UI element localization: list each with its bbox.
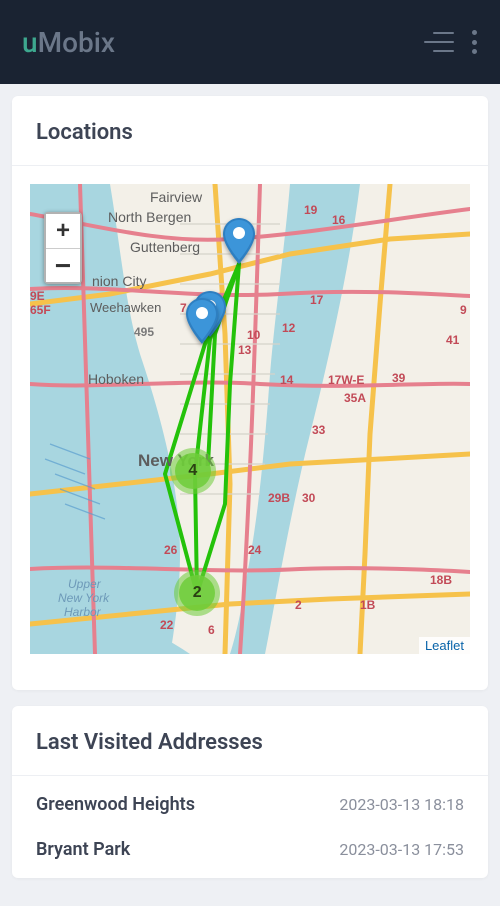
logo-letter-u: u	[22, 26, 38, 59]
address-row[interactable]: Bryant Park 2023-03-13 17:53	[12, 825, 488, 870]
svg-text:13: 13	[238, 343, 252, 357]
svg-text:35A: 35A	[344, 391, 366, 405]
svg-text:Guttenberg: Guttenberg	[130, 239, 200, 255]
zoom-control: + −	[44, 212, 82, 284]
address-time: 2023-03-13 17:53	[339, 840, 464, 859]
svg-text:6: 6	[208, 623, 215, 637]
svg-text:495: 495	[134, 325, 154, 339]
map-cluster[interactable]: 2	[174, 570, 220, 616]
svg-text:12: 12	[282, 321, 296, 335]
app-logo: uMobix	[22, 26, 115, 59]
zoom-out-button[interactable]: −	[46, 248, 80, 282]
address-name: Greenwood Heights	[36, 794, 195, 815]
address-name: Bryant Park	[36, 839, 130, 860]
cluster-count: 2	[193, 584, 202, 602]
svg-text:17W-E: 17W-E	[328, 373, 364, 387]
address-row[interactable]: Greenwood Heights 2023-03-13 18:18	[12, 776, 488, 825]
svg-text:9E: 9E	[30, 289, 45, 303]
svg-text:33: 33	[312, 423, 326, 437]
addresses-title: Last Visited Addresses	[12, 706, 488, 776]
svg-text:14: 14	[280, 373, 294, 387]
svg-text:1B: 1B	[360, 598, 376, 612]
map-container: Fairview North Bergen Guttenberg nion Ci…	[12, 166, 488, 672]
svg-text:Weehawken: Weehawken	[90, 300, 161, 315]
locations-title: Locations	[12, 96, 488, 166]
map-pin[interactable]	[185, 298, 219, 344]
svg-text:18B: 18B	[430, 573, 452, 587]
address-time: 2023-03-13 18:18	[339, 795, 464, 814]
logo-letter-m: M	[38, 26, 63, 59]
page-body: Locations	[0, 84, 500, 906]
svg-text:17: 17	[310, 293, 324, 307]
svg-text:30: 30	[302, 491, 316, 505]
svg-text:26: 26	[164, 543, 178, 557]
svg-text:65F: 65F	[30, 303, 51, 317]
svg-text:29B: 29B	[268, 491, 290, 505]
svg-text:Fairview: Fairview	[150, 189, 203, 205]
svg-text:Hoboken: Hoboken	[88, 371, 144, 387]
svg-text:24: 24	[248, 543, 262, 557]
svg-text:North Bergen: North Bergen	[108, 209, 191, 225]
svg-text:nion City: nion City	[92, 273, 146, 289]
svg-text:New York: New York	[58, 591, 110, 605]
more-options-icon[interactable]	[472, 30, 478, 54]
locations-card: Locations	[12, 96, 488, 690]
header-actions	[424, 30, 478, 54]
map-attribution[interactable]: Leaflet	[419, 637, 470, 654]
addresses-list: Greenwood Heights 2023-03-13 18:18 Bryan…	[12, 776, 488, 870]
svg-text:Harbor: Harbor	[64, 605, 102, 619]
app-header: uMobix	[0, 0, 500, 84]
map-pin[interactable]	[222, 218, 256, 264]
svg-text:41: 41	[446, 333, 460, 347]
svg-text:9: 9	[460, 303, 467, 317]
map[interactable]: Fairview North Bergen Guttenberg nion Ci…	[30, 184, 470, 654]
menu-icon[interactable]	[424, 32, 454, 52]
map-cluster[interactable]: 4	[170, 448, 216, 494]
svg-text:16: 16	[332, 213, 346, 227]
zoom-in-button[interactable]: +	[46, 214, 80, 248]
addresses-card: Last Visited Addresses Greenwood Heights…	[12, 706, 488, 878]
svg-text:10: 10	[247, 328, 261, 342]
svg-text:22: 22	[160, 618, 174, 632]
svg-text:39: 39	[392, 371, 406, 385]
svg-text:2: 2	[295, 598, 302, 612]
svg-text:19: 19	[304, 203, 318, 217]
cluster-count: 4	[188, 462, 197, 480]
svg-text:Upper: Upper	[68, 577, 102, 591]
logo-rest: obix	[62, 26, 115, 59]
